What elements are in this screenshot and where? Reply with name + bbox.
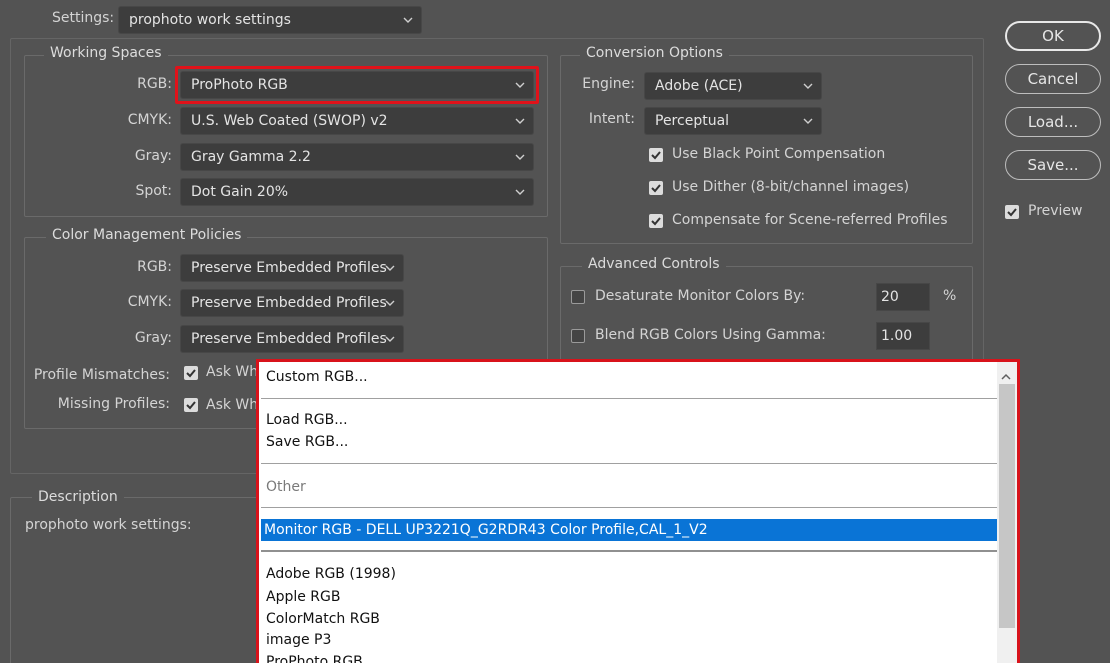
dropdown-scrollbar[interactable] <box>997 362 1017 663</box>
conversion-title: Conversion Options <box>580 45 729 61</box>
scene-referred-checkbox[interactable] <box>649 214 663 228</box>
chevron-down-icon <box>515 180 525 205</box>
intent-value: Perceptual <box>655 113 730 129</box>
description-title: Description <box>32 489 124 505</box>
engine-select[interactable]: Adobe (ACE) <box>644 72 822 100</box>
policies-title: Color Management Policies <box>46 227 248 243</box>
rgb-profile-dropdown[interactable]: Custom RGB... Load RGB... Save RGB... Ot… <box>256 359 1020 663</box>
working-spaces-title: Working Spaces <box>44 45 168 61</box>
settings-select[interactable]: prophoto work settings <box>118 6 422 34</box>
missing-checkbox[interactable] <box>184 398 198 412</box>
advanced-group <box>560 266 973 366</box>
dropdown-item-profile[interactable]: ColorMatch RGB <box>263 608 997 630</box>
ws-spot-value: Dot Gain 20% <box>191 184 289 200</box>
policy-cmyk-select[interactable]: Preserve Embedded Profiles <box>180 289 404 317</box>
missing-check-text: Ask Wh <box>206 397 259 413</box>
ws-gray-label: Gray: <box>134 148 172 164</box>
policy-rgb-select[interactable]: Preserve Embedded Profiles <box>180 254 404 282</box>
desaturate-unit: % <box>943 288 957 304</box>
intent-label: Intent: <box>588 111 635 127</box>
settings-value: prophoto work settings <box>129 12 291 28</box>
policy-gray-label: Gray: <box>134 330 172 346</box>
dropdown-item-profile[interactable]: Apple RGB <box>263 586 997 608</box>
chevron-down-icon <box>515 73 525 98</box>
dropdown-item-monitor-rgb[interactable]: Monitor RGB - DELL UP3221Q_G2RDR43 Color… <box>261 519 997 541</box>
scrollbar-thumb[interactable] <box>999 384 1015 628</box>
ws-rgb-label: RGB: <box>137 76 172 92</box>
policy-cmyk-label: CMYK: <box>127 294 172 310</box>
preview-label: Preview <box>1028 203 1083 219</box>
dropdown-item-other-header: Other <box>266 479 306 495</box>
ws-spot-select[interactable]: Dot Gain 20% <box>180 178 534 206</box>
ws-cmyk-label: CMYK: <box>127 112 172 128</box>
blend-gamma-checkbox[interactable] <box>571 329 585 343</box>
black-point-checkbox[interactable] <box>649 148 663 162</box>
dropdown-separator <box>261 463 997 464</box>
dropdown-item-profile[interactable]: Adobe RGB (1998) <box>263 563 997 585</box>
save-button[interactable]: Save... <box>1005 150 1101 180</box>
policy-gray-value: Preserve Embedded Profiles <box>191 331 387 347</box>
dropdown-list: Custom RGB... Load RGB... Save RGB... Ot… <box>259 362 997 663</box>
dropdown-item-profile[interactable]: ProPhoto RGB <box>263 651 997 663</box>
ws-gray-select[interactable]: Gray Gamma 2.2 <box>180 143 534 171</box>
dropdown-separator <box>261 550 997 552</box>
dropdown-item-custom-rgb[interactable]: Custom RGB... <box>263 366 997 388</box>
ws-cmyk-select[interactable]: U.S. Web Coated (SWOP) v2 <box>180 107 534 135</box>
missing-profiles-label: Missing Profiles: <box>57 396 170 412</box>
preview-checkbox[interactable] <box>1005 205 1019 219</box>
dropdown-item-profile[interactable]: image P3 <box>263 629 997 651</box>
dropdown-item-load-rgb[interactable]: Load RGB... <box>263 409 997 431</box>
mismatch-check-text: Ask Wh <box>206 364 259 380</box>
desaturate-checkbox[interactable] <box>571 290 585 304</box>
profile-mismatches-label: Profile Mismatches: <box>33 367 170 383</box>
black-point-label: Use Black Point Compensation <box>672 146 886 162</box>
ok-button[interactable]: OK <box>1005 21 1101 51</box>
chevron-down-icon <box>403 8 413 33</box>
policy-rgb-value: Preserve Embedded Profiles <box>191 260 387 276</box>
blend-gamma-input[interactable]: 1.00 <box>876 322 930 350</box>
engine-value: Adobe (ACE) <box>655 78 743 94</box>
chevron-down-icon <box>515 109 525 134</box>
ws-cmyk-value: U.S. Web Coated (SWOP) v2 <box>191 113 388 129</box>
chevron-down-icon <box>385 291 395 316</box>
desaturate-input[interactable]: 20 <box>876 283 930 311</box>
ws-spot-label: Spot: <box>135 183 172 199</box>
ws-rgb-select[interactable]: ProPhoto RGB <box>180 71 534 99</box>
desaturate-label: Desaturate Monitor Colors By: <box>595 288 806 304</box>
chevron-down-icon <box>515 145 525 170</box>
dither-checkbox[interactable] <box>649 181 663 195</box>
policy-cmyk-value: Preserve Embedded Profiles <box>191 295 387 311</box>
policy-rgb-label: RGB: <box>137 259 172 275</box>
blend-gamma-label: Blend RGB Colors Using Gamma: <box>595 327 826 343</box>
intent-select[interactable]: Perceptual <box>644 107 822 135</box>
scene-referred-label: Compensate for Scene-referred Profiles <box>672 212 948 228</box>
dropdown-separator <box>261 398 997 399</box>
settings-label: Settings: <box>52 10 115 26</box>
mismatch-checkbox[interactable] <box>184 366 198 380</box>
dither-label: Use Dither (8-bit/channel images) <box>672 179 910 195</box>
ws-rgb-value: ProPhoto RGB <box>191 77 288 93</box>
load-button[interactable]: Load... <box>1005 107 1101 137</box>
chevron-down-icon <box>803 109 813 134</box>
policy-gray-select[interactable]: Preserve Embedded Profiles <box>180 325 404 353</box>
chevron-down-icon <box>385 327 395 352</box>
advanced-title: Advanced Controls <box>582 256 726 272</box>
cancel-button[interactable]: Cancel <box>1005 64 1101 94</box>
dropdown-item-save-rgb[interactable]: Save RGB... <box>263 431 997 453</box>
ws-gray-value: Gray Gamma 2.2 <box>191 149 311 165</box>
dropdown-separator <box>261 507 997 508</box>
chevron-down-icon <box>803 74 813 99</box>
chevron-down-icon <box>385 256 395 281</box>
scroll-up-arrow-icon[interactable] <box>1001 368 1011 384</box>
engine-label: Engine: <box>582 76 635 92</box>
description-text: prophoto work settings: <box>25 517 192 533</box>
